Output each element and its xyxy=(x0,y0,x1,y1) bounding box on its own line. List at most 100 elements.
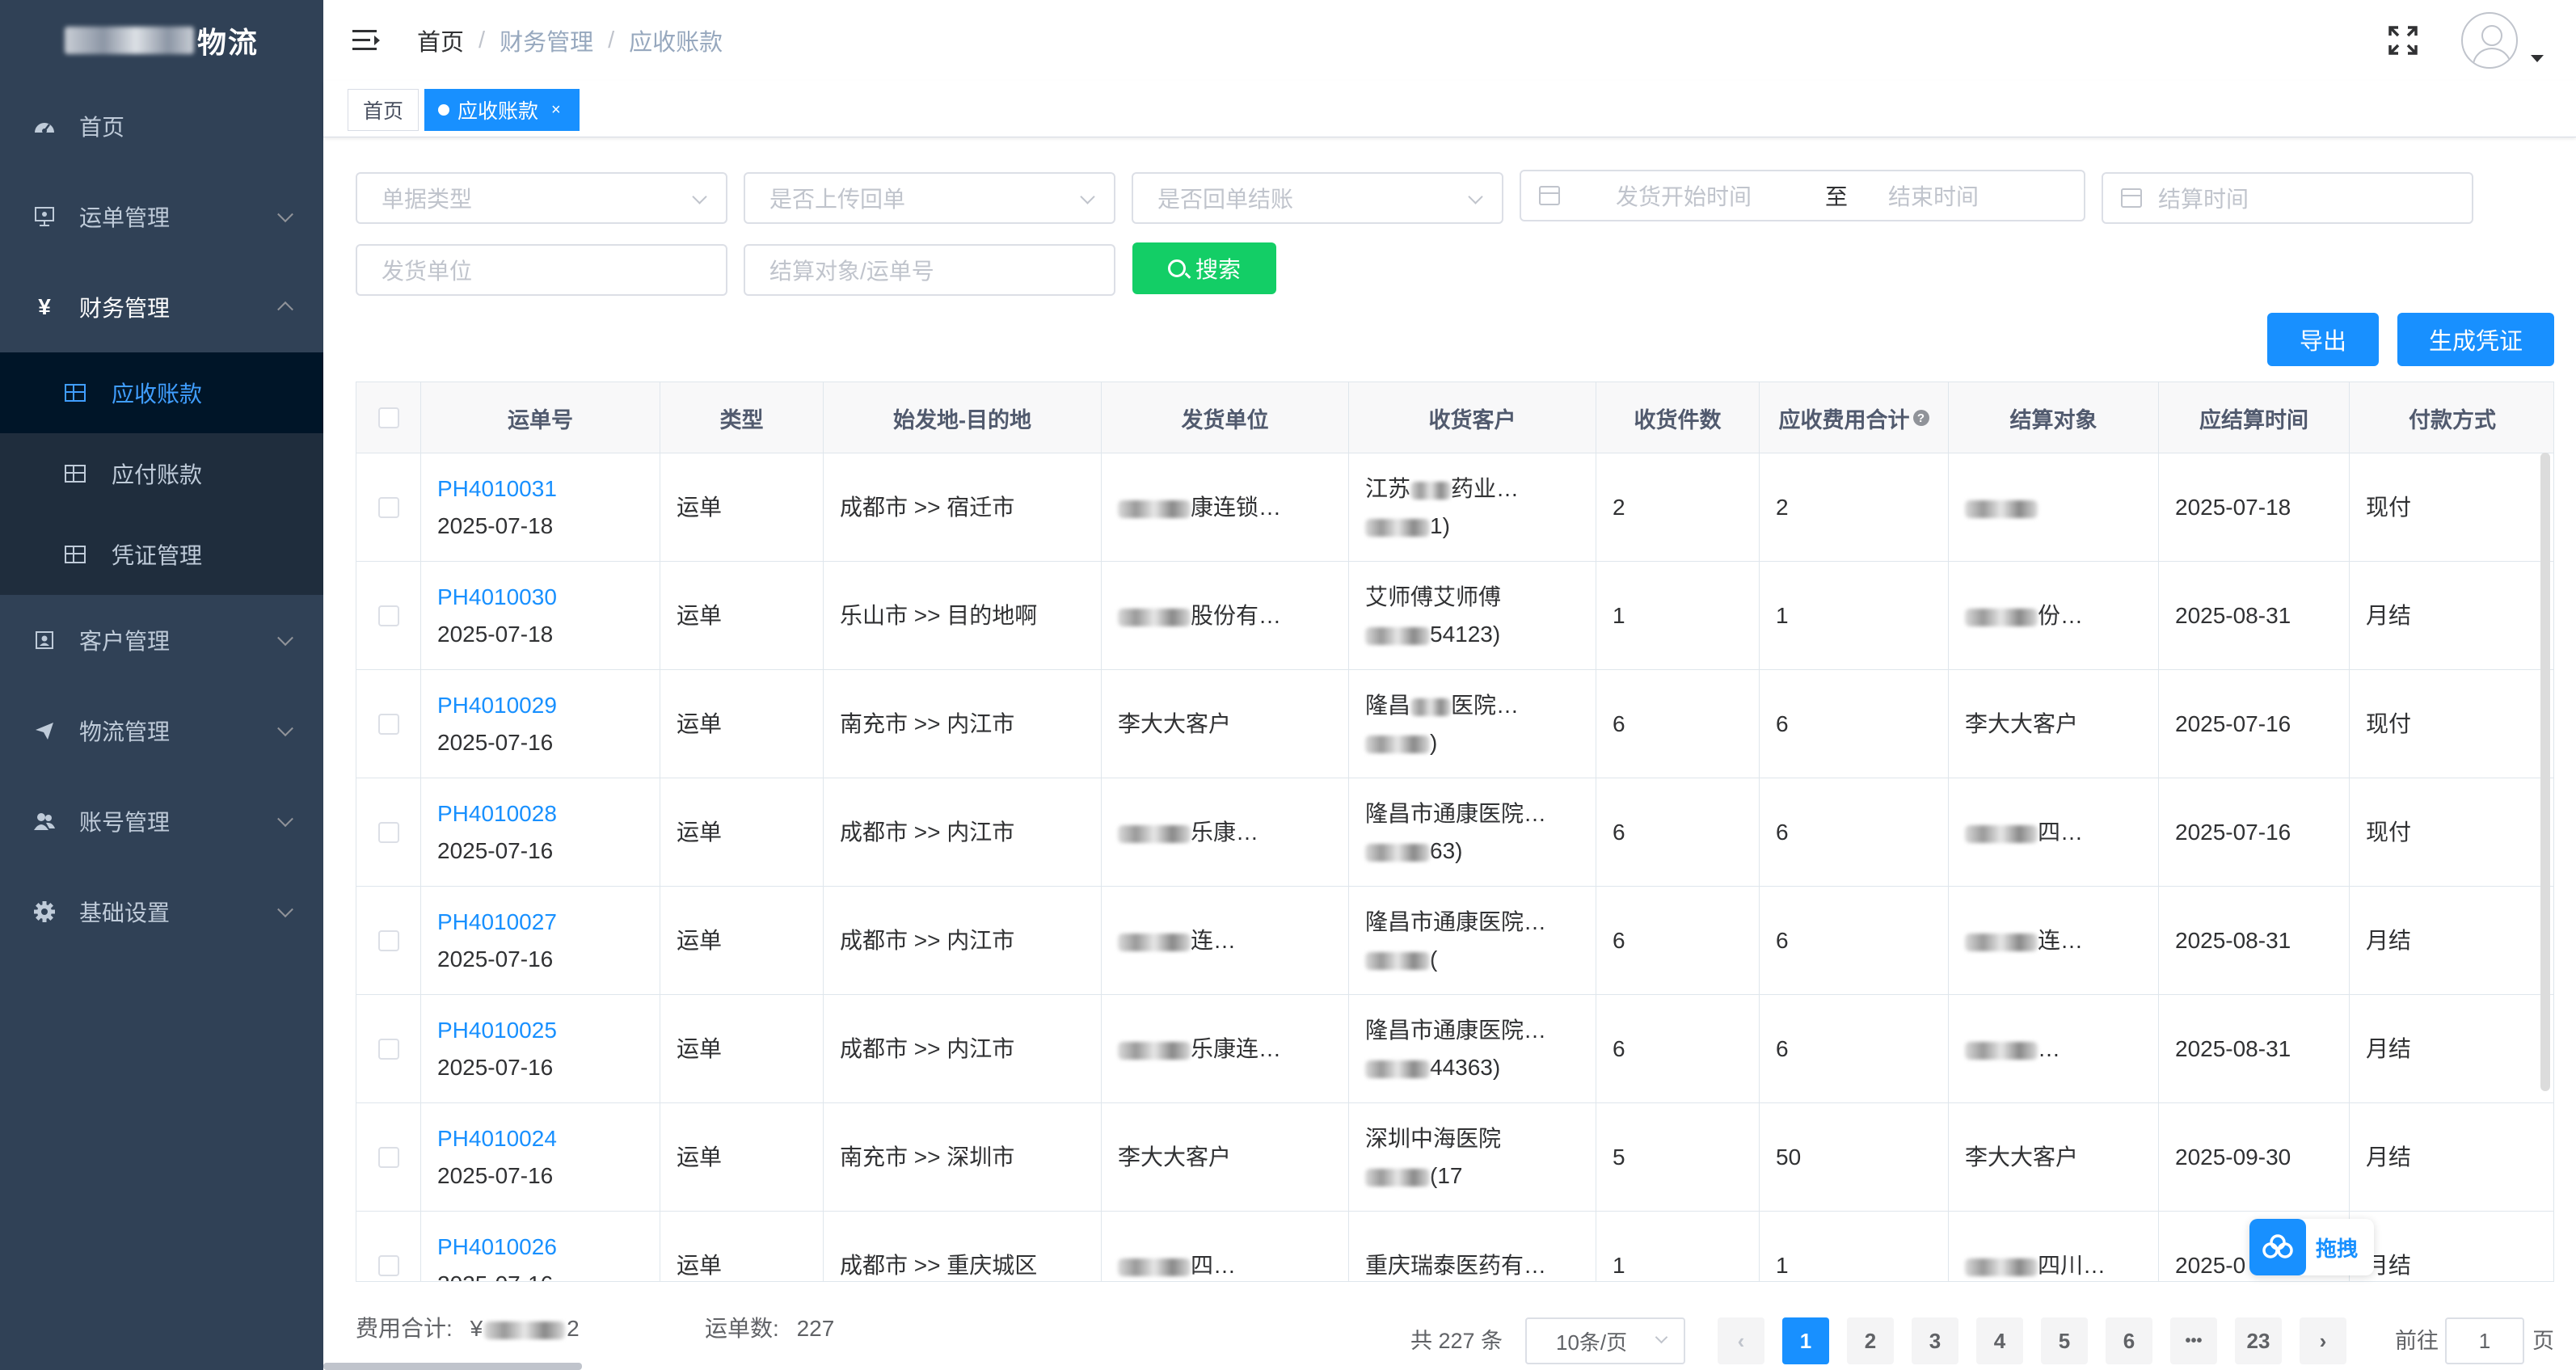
sidebar-item-waybill[interactable]: 运单管理 xyxy=(0,171,323,262)
waybill-no-link[interactable]: PH4010028 xyxy=(437,801,557,826)
sidebar-item-voucher[interactable]: 凭证管理 xyxy=(0,514,323,595)
page-button[interactable]: 5 xyxy=(2041,1317,2088,1364)
table-row[interactable]: PH4010028 2025-07-16 运单 成都市 >> 内江市 乐康… 隆昌市通康医… xyxy=(356,778,2553,887)
more-pages-button[interactable]: ••• xyxy=(2170,1317,2217,1364)
consignee-phone: 63) xyxy=(1430,838,1463,863)
avatar[interactable] xyxy=(2461,12,2518,69)
prev-page-button[interactable]: ‹ xyxy=(1718,1317,1764,1364)
page-button[interactable]: 6 xyxy=(2106,1317,2152,1364)
ship-date-range[interactable]: 发货开始时间 至 结束时间 xyxy=(1520,170,2085,221)
waybill-no-link[interactable]: PH4010025 xyxy=(437,1018,557,1043)
table-row[interactable]: PH4010031 2025-07-18 运单 成都市 >> 宿迁市 康连锁… 江苏 药业…… xyxy=(356,453,2553,562)
page-button[interactable]: 4 xyxy=(1976,1317,2023,1364)
horizontal-scrollbar[interactable] xyxy=(323,1363,582,1370)
sidebar-item-home[interactable]: 首页 xyxy=(0,81,323,171)
sidebar-item-logistics[interactable]: 物流管理 xyxy=(0,685,323,776)
breadcrumb: 首页 / 财务管理 / 应收账款 xyxy=(417,23,723,57)
sidebar-item-settings[interactable]: 基础设置 xyxy=(0,866,323,957)
sidebar-item-account[interactable]: 账号管理 xyxy=(0,776,323,866)
table-scrollbar[interactable] xyxy=(2540,453,2550,1091)
table-row[interactable]: PH4010030 2025-07-18 运单 乐山市 >> 目的地啊 股份有… 艾师傅艾… xyxy=(356,562,2553,670)
next-page-button[interactable]: › xyxy=(2300,1317,2346,1364)
receipt-settled-select[interactable]: 是否回单结账 xyxy=(1132,172,1503,224)
search-button[interactable]: 搜索 xyxy=(1132,242,1276,294)
table-row[interactable]: PH4010026 2025-07-16 运单 成都市 >> 重庆城区 四… 重庆瑞泰医药… xyxy=(356,1212,2553,1281)
table-row[interactable]: PH4010029 2025-07-16 运单 南充市 >> 内江市 李大大客户 隆昌 医院… xyxy=(356,670,2553,778)
row-checkbox[interactable] xyxy=(377,605,399,626)
close-icon[interactable]: × xyxy=(551,101,561,120)
sidebar-item-customer[interactable]: 客户管理 xyxy=(0,595,323,685)
table-icon xyxy=(65,384,86,402)
row-checkbox[interactable] xyxy=(377,1147,399,1168)
waybill-cell: PH4010026 2025-07-16 xyxy=(421,1212,660,1281)
shipper-input[interactable]: 发货单位 xyxy=(356,244,727,296)
settle-target-input[interactable]: 结算对象/运单号 xyxy=(744,244,1115,296)
breadcrumb-home[interactable]: 首页 xyxy=(417,23,464,57)
fee-cell: 6 xyxy=(1760,995,1949,1103)
fullscreen-icon[interactable] xyxy=(2387,24,2419,57)
help-icon[interactable]: ? xyxy=(1912,410,1929,426)
table-row[interactable]: PH4010027 2025-07-16 运单 成都市 >> 内江市 连… 隆昌市通康医院… xyxy=(356,887,2553,995)
page-button[interactable]: 3 xyxy=(1912,1317,1958,1364)
sidebar-item-finance[interactable]: ¥ 财务管理 xyxy=(0,262,323,352)
payment-value: 现付 xyxy=(2366,711,2412,736)
consignee-name: 深圳中海医院 xyxy=(1365,1126,1502,1151)
settle-target-value: 李大大客户 xyxy=(1965,1144,2079,1170)
sidebar-item-payable[interactable]: 应付账款 xyxy=(0,433,323,514)
fee-value: 6 xyxy=(1776,1036,1789,1061)
shipper-cell: 康连锁… xyxy=(1102,453,1349,562)
generate-voucher-button[interactable]: 生成凭证 xyxy=(2397,313,2554,366)
table-row[interactable]: PH4010024 2025-07-16 运单 南充市 >> 深圳市 李大大客户 深圳中海… xyxy=(356,1103,2553,1212)
page-button-last[interactable]: 23 xyxy=(2235,1317,2282,1364)
tag-home[interactable]: 首页 xyxy=(348,89,419,131)
export-button[interactable]: 导出 xyxy=(2267,313,2379,366)
sidebar: 物流 首页 运单管理 ¥ 财务管理 应收账款 应付账款 凭证管理 客户管理 物流… xyxy=(0,0,323,1370)
tag-receivable[interactable]: 应收账款 × xyxy=(424,89,580,131)
waybill-no-link[interactable]: PH4010030 xyxy=(437,584,557,609)
page-size-select[interactable]: 10条/页 xyxy=(1525,1317,1685,1364)
table-row[interactable]: PH4010025 2025-07-16 运单 成都市 >> 内江市 乐康连… 隆昌市通康… xyxy=(356,995,2553,1103)
menu-toggle-icon[interactable] xyxy=(352,28,380,53)
consignee-cell: 深圳中海医院 (17 xyxy=(1349,1103,1596,1212)
waybill-no-link[interactable]: PH4010031 xyxy=(437,476,557,501)
settle-due-value: 2025-07-18 xyxy=(2175,495,2291,520)
redacted-settle-target xyxy=(1965,933,2038,951)
fee-value: 1 xyxy=(1776,1253,1789,1278)
page-button[interactable]: 2 xyxy=(1847,1317,1894,1364)
waybill-no-link[interactable]: PH4010026 xyxy=(437,1234,557,1259)
sidebar-item-receivable[interactable]: 应收账款 xyxy=(0,352,323,433)
row-checkbox[interactable] xyxy=(377,930,399,951)
caret-down-icon[interactable] xyxy=(2531,54,2544,62)
settle-time-picker[interactable]: 结算时间 xyxy=(2102,172,2473,224)
waybill-no-link[interactable]: PH4010024 xyxy=(437,1126,557,1151)
range-start-input[interactable]: 发货开始时间 xyxy=(1583,179,1785,212)
doc-type-select[interactable]: 单据类型 xyxy=(356,172,727,224)
waybill-no-link[interactable]: PH4010029 xyxy=(437,693,557,718)
goto-page-input[interactable]: 1 xyxy=(2445,1317,2524,1364)
chevron-down-icon xyxy=(1468,189,1483,204)
waybill-count-label: 运单数: xyxy=(705,1316,779,1341)
row-checkbox[interactable] xyxy=(377,1039,399,1060)
row-checkbox-cell xyxy=(356,453,421,562)
col-settle-target: 结算对象 xyxy=(1949,382,2159,453)
waybill-no-link[interactable]: PH4010027 xyxy=(437,909,557,934)
drag-widget[interactable]: 拖拽 xyxy=(2249,1219,2374,1275)
payment-cell: 现付 xyxy=(2350,778,2553,887)
logo-text: 物流 xyxy=(196,26,259,59)
row-checkbox[interactable] xyxy=(377,822,399,843)
goto-label: 前往 xyxy=(2395,1329,2439,1353)
row-checkbox[interactable] xyxy=(377,714,399,735)
row-checkbox[interactable] xyxy=(377,1255,399,1276)
range-end-input[interactable]: 结束时间 xyxy=(1888,179,2050,212)
select-all-checkbox[interactable] xyxy=(377,407,399,428)
settle-due-cell: 2025-07-16 xyxy=(2159,670,2350,778)
chevron-down-icon xyxy=(277,206,293,223)
uploaded-receipt-select[interactable]: 是否上传回单 xyxy=(744,172,1115,224)
page-button[interactable]: 1 xyxy=(1782,1317,1829,1364)
row-checkbox[interactable] xyxy=(377,497,399,518)
chevron-down-icon xyxy=(277,720,293,737)
shipper-cell: 四… xyxy=(1102,1212,1349,1281)
app-logo[interactable]: 物流 xyxy=(0,0,323,81)
type-value: 运单 xyxy=(677,1036,723,1061)
route-value: 成都市 >> 宿迁市 xyxy=(840,495,1015,520)
